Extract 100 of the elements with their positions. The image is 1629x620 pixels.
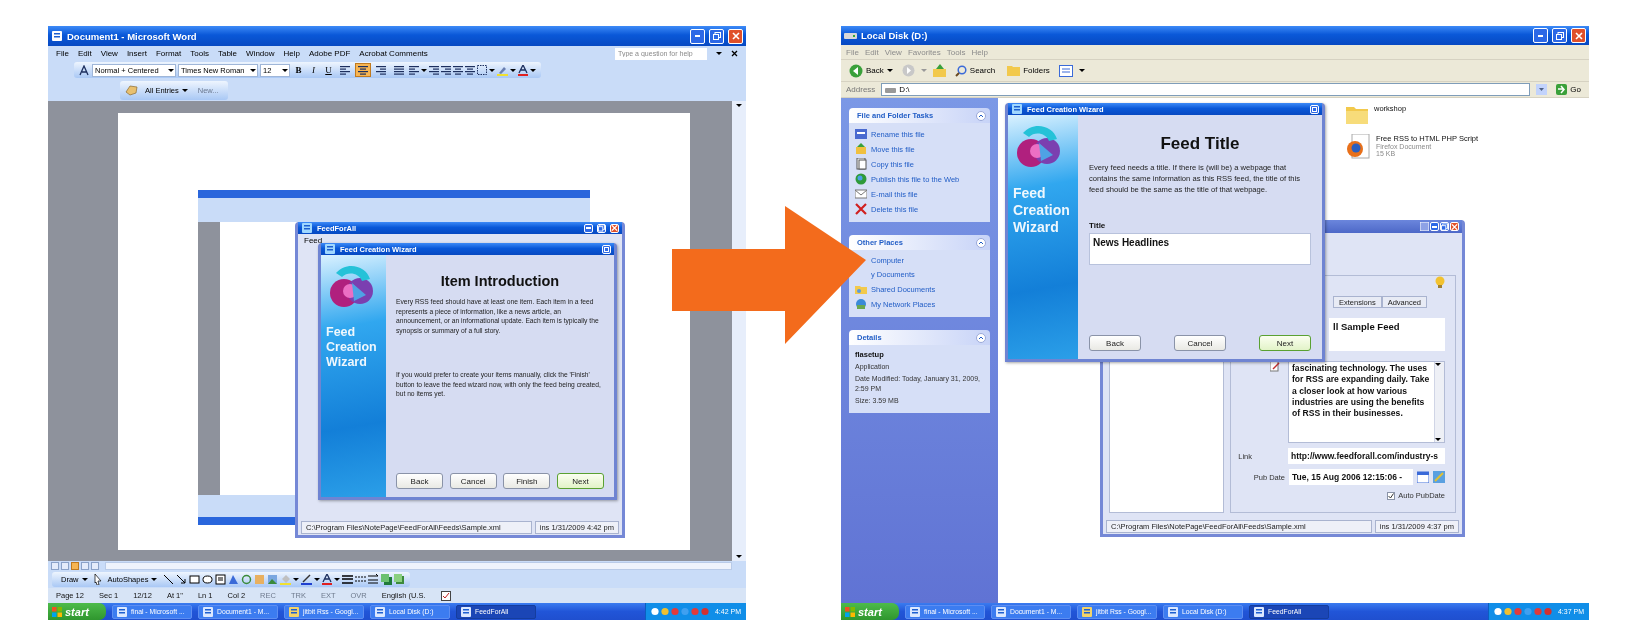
move-icon <box>855 143 867 155</box>
menu-item[interactable]: Tools <box>190 49 209 58</box>
close-button[interactable] <box>1450 222 1459 231</box>
line-spacing-icon[interactable] <box>409 65 419 75</box>
menu-item[interactable]: Insert <box>126 49 147 58</box>
wizard-button[interactable]: Cancel <box>1174 335 1226 351</box>
line-color-icon[interactable] <box>301 574 313 585</box>
collapse-icon[interactable] <box>976 237 986 248</box>
restore-button[interactable] <box>1440 222 1449 231</box>
highlighter-icon[interactable] <box>497 64 508 76</box>
menu-item[interactable]: File <box>56 49 69 58</box>
folders-button[interactable]: Folders <box>1004 61 1053 80</box>
menu-item[interactable]: View <box>100 49 118 58</box>
decrease-indent-icon[interactable] <box>453 65 463 75</box>
clip-art-icon[interactable] <box>254 574 266 585</box>
close-button[interactable] <box>610 223 619 233</box>
wordart-icon[interactable] <box>228 574 240 585</box>
collapse-icon[interactable] <box>976 110 986 121</box>
link-field[interactable]: http://www.feedforall.com/industry-s <box>1288 448 1445 464</box>
calendar-icon[interactable] <box>1417 471 1429 483</box>
minimize-button[interactable] <box>1533 28 1548 43</box>
close-button[interactable] <box>602 244 611 254</box>
minimize-button[interactable] <box>584 223 593 233</box>
font-color-icon[interactable] <box>322 574 333 585</box>
wizard-button[interactable]: Back <box>396 473 443 489</box>
arrow-style-icon[interactable] <box>368 574 380 585</box>
address-field[interactable]: D:\ <box>881 83 1531 96</box>
caret-icon <box>151 577 158 582</box>
collapse-icon[interactable] <box>976 332 986 343</box>
wizard-button[interactable]: Back <box>1089 335 1141 351</box>
title-field[interactable]: News Headlines <box>1089 233 1311 265</box>
window-icon <box>460 605 472 618</box>
wizard-button[interactable]: Next <box>556 473 604 489</box>
caret-icon <box>282 67 288 73</box>
pub-date-field[interactable]: Tue, 15 Aug 2006 12:15:06 - <box>1289 469 1413 485</box>
bold-button[interactable]: B <box>292 63 305 77</box>
align-button[interactable] <box>355 63 371 77</box>
rectangle-icon[interactable] <box>189 574 201 585</box>
image-icon[interactable] <box>267 574 279 585</box>
wizard-button[interactable]: Next <box>1259 335 1311 351</box>
restore-button[interactable] <box>597 223 606 233</box>
search-button[interactable]: Search <box>951 61 999 80</box>
restore-button[interactable] <box>1552 28 1567 43</box>
3d-icon[interactable] <box>394 574 406 585</box>
wizard-icon <box>1011 103 1023 115</box>
menu-item[interactable]: Table <box>217 49 238 58</box>
bullet-list-icon[interactable] <box>441 65 451 75</box>
minimize-button[interactable] <box>1430 222 1439 231</box>
horizontal-scrollbar[interactable] <box>105 562 732 570</box>
window-icon <box>116 605 128 618</box>
align-icon <box>376 65 386 75</box>
font-color-icon[interactable] <box>518 64 528 76</box>
text-box-icon[interactable] <box>215 574 227 585</box>
dropdown-icon[interactable] <box>1536 84 1548 95</box>
line-icon[interactable] <box>163 574 175 585</box>
numbered-list-icon[interactable] <box>429 65 439 75</box>
views-icon[interactable] <box>1058 64 1073 77</box>
diagram-icon[interactable] <box>241 574 253 585</box>
increase-indent-icon[interactable] <box>465 65 475 75</box>
back-button[interactable]: Back <box>846 61 896 80</box>
go-button[interactable]: Go <box>1553 80 1584 99</box>
align-button[interactable] <box>391 63 407 77</box>
align-button[interactable] <box>337 63 353 77</box>
title-field[interactable]: ll Sample Feed <box>1329 318 1445 351</box>
fill-color-icon[interactable] <box>280 574 292 585</box>
oval-icon[interactable] <box>202 574 214 585</box>
menu-item[interactable]: Acrobat Comments <box>359 49 428 58</box>
align-button[interactable] <box>373 63 389 77</box>
styles-icon[interactable] <box>79 64 90 76</box>
underline-button[interactable]: U <box>322 63 335 77</box>
up-folder-icon[interactable] <box>932 64 946 77</box>
description-field[interactable]: fascinating technology. The uses for RSS are expanding daily. Take a closer look at how various industries are using the benefits of RSS in their businesses. <box>1288 361 1445 443</box>
caret-icon <box>168 67 174 73</box>
menu-item[interactable]: Help <box>283 49 300 58</box>
drive-icon <box>885 85 897 94</box>
wizard-button[interactable]: Finish <box>503 473 551 489</box>
wizard-heading: Feed Title <box>1159 134 1241 154</box>
document-icon[interactable] <box>1346 134 1370 160</box>
minimize-button[interactable] <box>690 28 705 44</box>
dash-style-icon[interactable] <box>355 574 367 585</box>
caret-icon <box>1078 68 1085 73</box>
menu-item[interactable]: Window <box>246 49 275 58</box>
wizard-button[interactable]: Cancel <box>449 473 497 489</box>
shadow-icon[interactable] <box>381 574 393 585</box>
envelope-icon <box>855 188 867 200</box>
pointer-icon[interactable] <box>93 574 102 585</box>
close-button[interactable] <box>728 28 743 44</box>
menu-item[interactable]: Format <box>155 49 182 58</box>
menu-item[interactable]: Edit <box>77 49 92 58</box>
close-icon[interactable] <box>731 50 738 57</box>
menu-item[interactable]: Adobe PDF <box>308 49 351 58</box>
copy-icon <box>855 158 867 170</box>
arrow-icon[interactable] <box>176 574 188 585</box>
border-icon[interactable] <box>477 65 487 75</box>
menu-item[interactable]: Feed <box>304 236 323 245</box>
line-style-icon[interactable] <box>342 574 354 585</box>
restore-button[interactable] <box>709 28 724 44</box>
italic-button[interactable]: I <box>307 63 320 77</box>
close-button[interactable] <box>1310 104 1319 114</box>
close-button[interactable] <box>1571 28 1586 43</box>
